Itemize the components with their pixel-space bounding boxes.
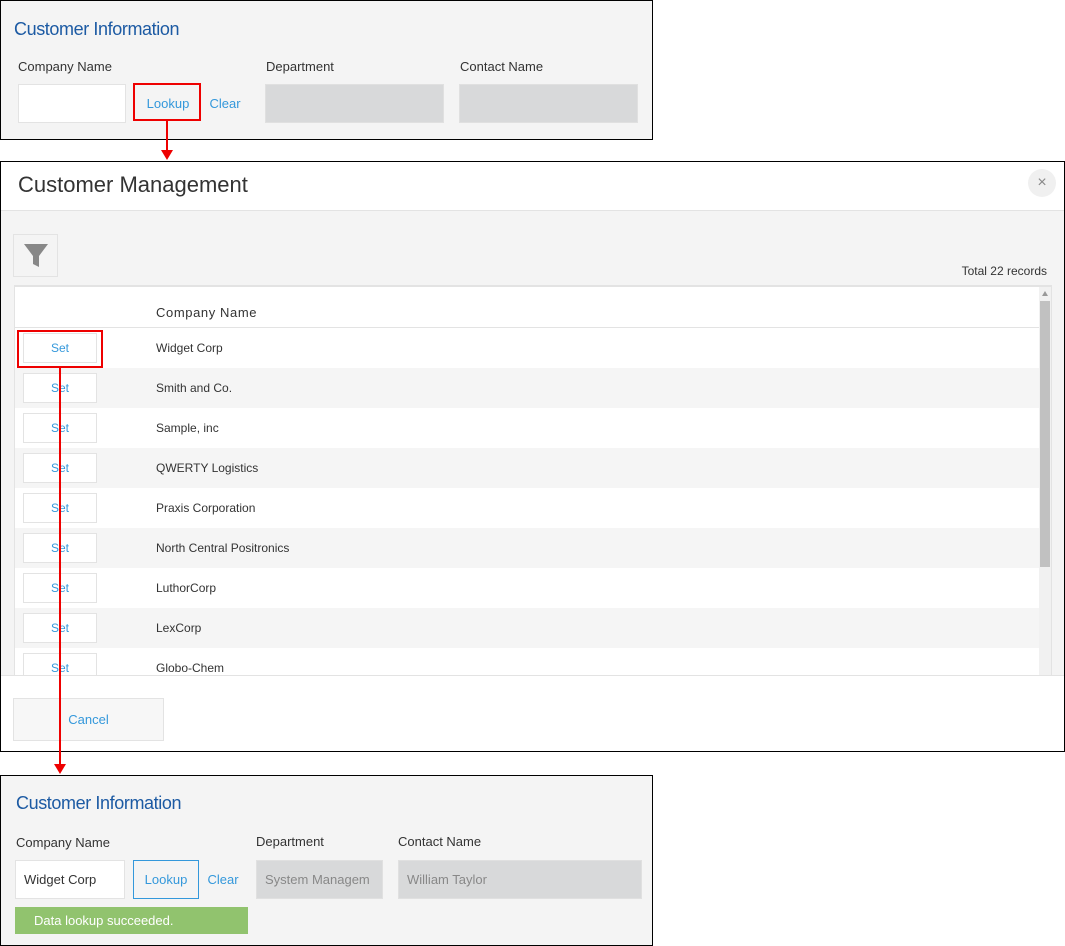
lookup-button[interactable]: Lookup [133, 860, 199, 899]
clear-button[interactable]: Clear [206, 86, 244, 121]
scroll-up-arrow[interactable] [1042, 291, 1048, 296]
contact-name-field: William Taylor [398, 860, 642, 899]
department-label: Department [256, 834, 324, 849]
table-row: SetGlobo-Chem [15, 648, 1039, 675]
table-row: SetSmith and Co. [15, 368, 1039, 408]
table-row: SetLuthorCorp [15, 568, 1039, 608]
department-field [265, 84, 444, 123]
customer-management-dialog: Customer Management × Total 22 records C… [0, 161, 1065, 752]
company-name-label: Company Name [16, 835, 110, 850]
table-row: SetQWERTY Logistics [15, 448, 1039, 488]
success-message: Data lookup succeeded. [15, 907, 248, 934]
company-name-cell: North Central Positronics [156, 541, 290, 555]
contact-name-label: Contact Name [398, 834, 482, 849]
arrow-line-2 [59, 367, 61, 765]
company-name-cell: QWERTY Logistics [156, 461, 259, 475]
department-field: System Managem [256, 860, 383, 899]
contact-name-field [459, 84, 638, 123]
table-row: SetNorth Central Positronics [15, 528, 1039, 568]
customer-info-panel-after: Customer Information Company Name Widget… [0, 775, 653, 946]
company-name-cell: Sample, inc [156, 421, 219, 435]
department-label: Department [266, 59, 334, 74]
company-name-input[interactable]: Widget Corp [15, 860, 125, 899]
scrollbar-thumb[interactable] [1040, 301, 1050, 567]
company-name-cell: LexCorp [156, 621, 202, 635]
company-name-input[interactable] [18, 84, 126, 123]
company-name-cell: Globo-Chem [156, 661, 225, 675]
company-name-cell: Praxis Corporation [156, 501, 256, 515]
section-title: Customer Information [14, 19, 180, 39]
lookup-highlight [133, 83, 201, 121]
table-row: SetSample, inc [15, 408, 1039, 448]
total-records: Total 22 records [961, 264, 1047, 278]
table-row: Set Widget Corp [15, 328, 1039, 368]
funnel-icon [23, 243, 48, 267]
table-body: SetWidget CorpSetSmith and Co.SetSample,… [15, 328, 1039, 675]
company-name-cell: Smith and Co. [156, 381, 233, 395]
cancel-button[interactable]: Cancel [13, 698, 164, 741]
company-name-label: Company Name [18, 59, 112, 74]
table-row: SetPraxis Corporation [15, 488, 1039, 528]
table-row: SetLexCorp [15, 608, 1039, 648]
close-icon[interactable]: × [1028, 169, 1056, 197]
records-table: Company Name SetWidget CorpSetSmith and … [14, 285, 1052, 676]
scrollbar[interactable] [1039, 287, 1051, 675]
clear-button[interactable]: Clear [204, 860, 242, 899]
arrow-head-2 [54, 764, 66, 774]
column-header-company-name: Company Name [156, 305, 258, 320]
customer-info-panel-before: Customer Information Company Name Lookup… [0, 0, 653, 140]
filter-button[interactable] [13, 234, 58, 277]
arrow-line [166, 121, 168, 151]
section-title: Customer Information [16, 793, 182, 813]
company-name-cell: LuthorCorp [156, 581, 217, 595]
dialog-title: Customer Management [18, 172, 248, 197]
set-highlight [17, 330, 103, 368]
arrow-head [161, 150, 173, 160]
contact-name-label: Contact Name [460, 59, 544, 74]
company-name-cell: Widget Corp [156, 341, 223, 355]
dialog-header: Customer Management × [1, 162, 1064, 211]
dialog-footer: Cancel [1, 675, 1064, 751]
